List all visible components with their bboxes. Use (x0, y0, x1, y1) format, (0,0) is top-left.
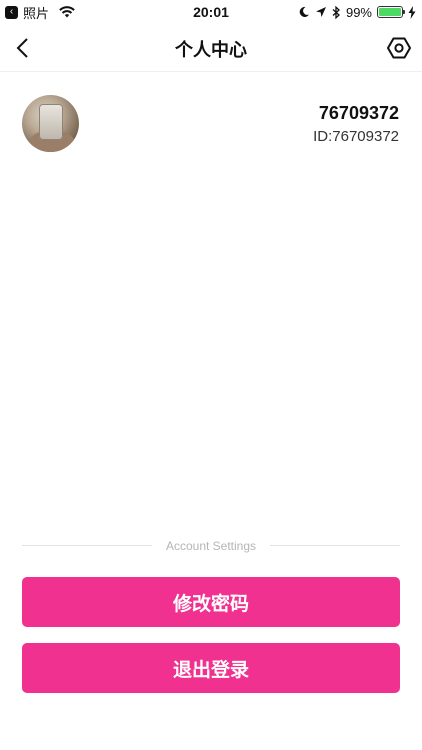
status-bar: ‹ 照片 20:01 99% (0, 0, 422, 24)
back-app-icon[interactable]: ‹ (5, 5, 18, 19)
wifi-icon (59, 6, 75, 18)
page-title: 个人中心 (175, 40, 247, 60)
logout-button[interactable]: 退出登录 (22, 643, 400, 693)
settings-hexagon-icon[interactable] (386, 35, 412, 61)
back-app-label[interactable]: 照片 (23, 3, 49, 22)
status-left: ‹ 照片 (5, 3, 75, 21)
user-id: ID:76709372 (313, 128, 399, 145)
user-name: 76709372 (318, 103, 399, 123)
divider-line-right (270, 545, 400, 546)
battery-percent: 99% (345, 4, 372, 20)
account-settings-divider: Account Settings (22, 538, 400, 553)
status-right: 99% (298, 3, 416, 21)
battery-fill (379, 8, 401, 16)
moon-icon (299, 6, 309, 17)
charging-icon (408, 5, 416, 19)
bluetooth-icon (332, 5, 340, 19)
nav-bar: 个人中心 (0, 24, 422, 72)
avatar-photo-phone (39, 104, 63, 140)
battery-icon (377, 6, 405, 18)
avatar[interactable] (22, 95, 79, 152)
chevron-left-icon[interactable] (12, 36, 36, 60)
change-password-button[interactable]: 修改密码 (22, 577, 400, 627)
divider-line-left (22, 545, 152, 546)
section-title: Account Settings (151, 538, 271, 553)
location-icon (315, 7, 326, 17)
